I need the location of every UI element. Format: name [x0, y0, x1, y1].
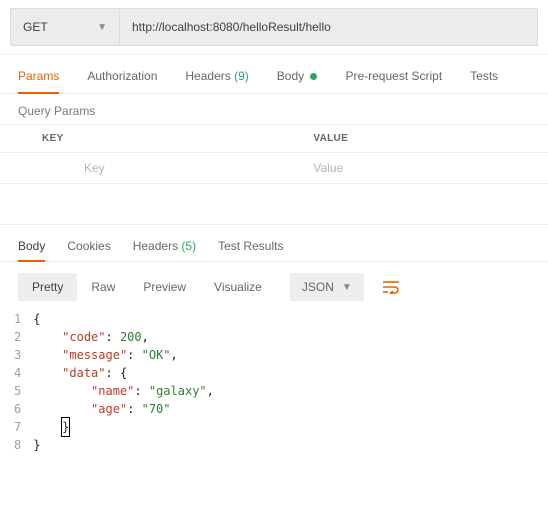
code-line: { — [33, 310, 214, 328]
code-line: "message": "OK", — [33, 346, 214, 364]
content-type-value: JSON — [302, 280, 334, 294]
request-tabs: Params Authorization Headers (9) Body Pr… — [0, 55, 548, 94]
code-lines: { "code": 200, "message": "OK", "data": … — [33, 310, 214, 454]
code-line: } — [33, 436, 214, 454]
code-line: "age": "70" — [33, 400, 214, 418]
tab-params[interactable]: Params — [18, 69, 59, 93]
response-viewbar: Pretty Raw Preview Visualize JSON ▼ — [0, 262, 548, 310]
key-input[interactable] — [42, 153, 301, 183]
view-mode-segment: Pretty Raw Preview Visualize — [18, 273, 276, 301]
tab-body[interactable]: Body — [277, 69, 318, 93]
content-type-select[interactable]: JSON ▼ — [290, 273, 364, 301]
query-params-heading: Query Params — [0, 94, 548, 124]
line-gutter: 1 2 3 4 5 6 7 8 — [14, 310, 33, 454]
resp-headers-label: Headers — [133, 239, 178, 253]
code-line: } — [33, 418, 214, 436]
chevron-down-icon: ▼ — [342, 282, 352, 293]
tab-headers[interactable]: Headers (9) — [185, 69, 248, 93]
tab-tests[interactable]: Tests — [470, 69, 498, 93]
code-line: "code": 200, — [33, 328, 214, 346]
url-input[interactable] — [120, 8, 538, 46]
line-number: 2 — [14, 328, 21, 346]
response-tabs: Body Cookies Headers (5) Test Results — [0, 224, 548, 262]
http-method-select[interactable]: GET ▼ — [10, 8, 120, 46]
code-line: "name": "galaxy", — [33, 382, 214, 400]
line-number: 4 — [14, 364, 21, 382]
http-method-value: GET — [23, 20, 48, 34]
table-row — [0, 153, 548, 184]
line-number: 6 — [14, 400, 21, 418]
body-dirty-dot-icon — [310, 73, 317, 80]
tab-headers-label: Headers — [185, 69, 230, 83]
key-header: KEY — [0, 125, 301, 152]
line-number: 3 — [14, 346, 21, 364]
mode-visualize[interactable]: Visualize — [200, 273, 276, 301]
value-input[interactable] — [301, 153, 548, 183]
line-number: 8 — [14, 436, 21, 454]
chevron-down-icon: ▼ — [97, 22, 107, 33]
wrap-lines-button[interactable] — [376, 272, 406, 302]
mode-preview[interactable]: Preview — [129, 273, 200, 301]
tab-prerequest[interactable]: Pre-request Script — [345, 69, 442, 93]
request-bar: GET ▼ — [0, 0, 548, 55]
response-body[interactable]: 1 2 3 4 5 6 7 8 { "code": 200, "message"… — [0, 310, 548, 470]
wrap-icon — [382, 280, 400, 294]
tab-body-label: Body — [277, 69, 304, 83]
mode-raw[interactable]: Raw — [77, 273, 129, 301]
line-number: 1 — [14, 310, 21, 328]
resp-tab-headers[interactable]: Headers (5) — [133, 239, 196, 261]
resp-tab-testresults[interactable]: Test Results — [218, 239, 283, 261]
mode-pretty[interactable]: Pretty — [18, 273, 77, 301]
line-number: 7 — [14, 418, 21, 436]
resp-tab-body[interactable]: Body — [18, 239, 45, 261]
code-line: "data": { — [33, 364, 214, 382]
resp-headers-count: (5) — [181, 239, 196, 253]
table-header: KEY VALUE — [0, 125, 548, 153]
tab-authorization[interactable]: Authorization — [87, 69, 157, 93]
headers-count: (9) — [234, 69, 249, 83]
cursor-icon: } — [62, 418, 69, 436]
query-params-table: KEY VALUE — [0, 124, 548, 184]
resp-tab-cookies[interactable]: Cookies — [67, 239, 110, 261]
line-number: 5 — [14, 382, 21, 400]
value-header: VALUE — [301, 125, 548, 152]
